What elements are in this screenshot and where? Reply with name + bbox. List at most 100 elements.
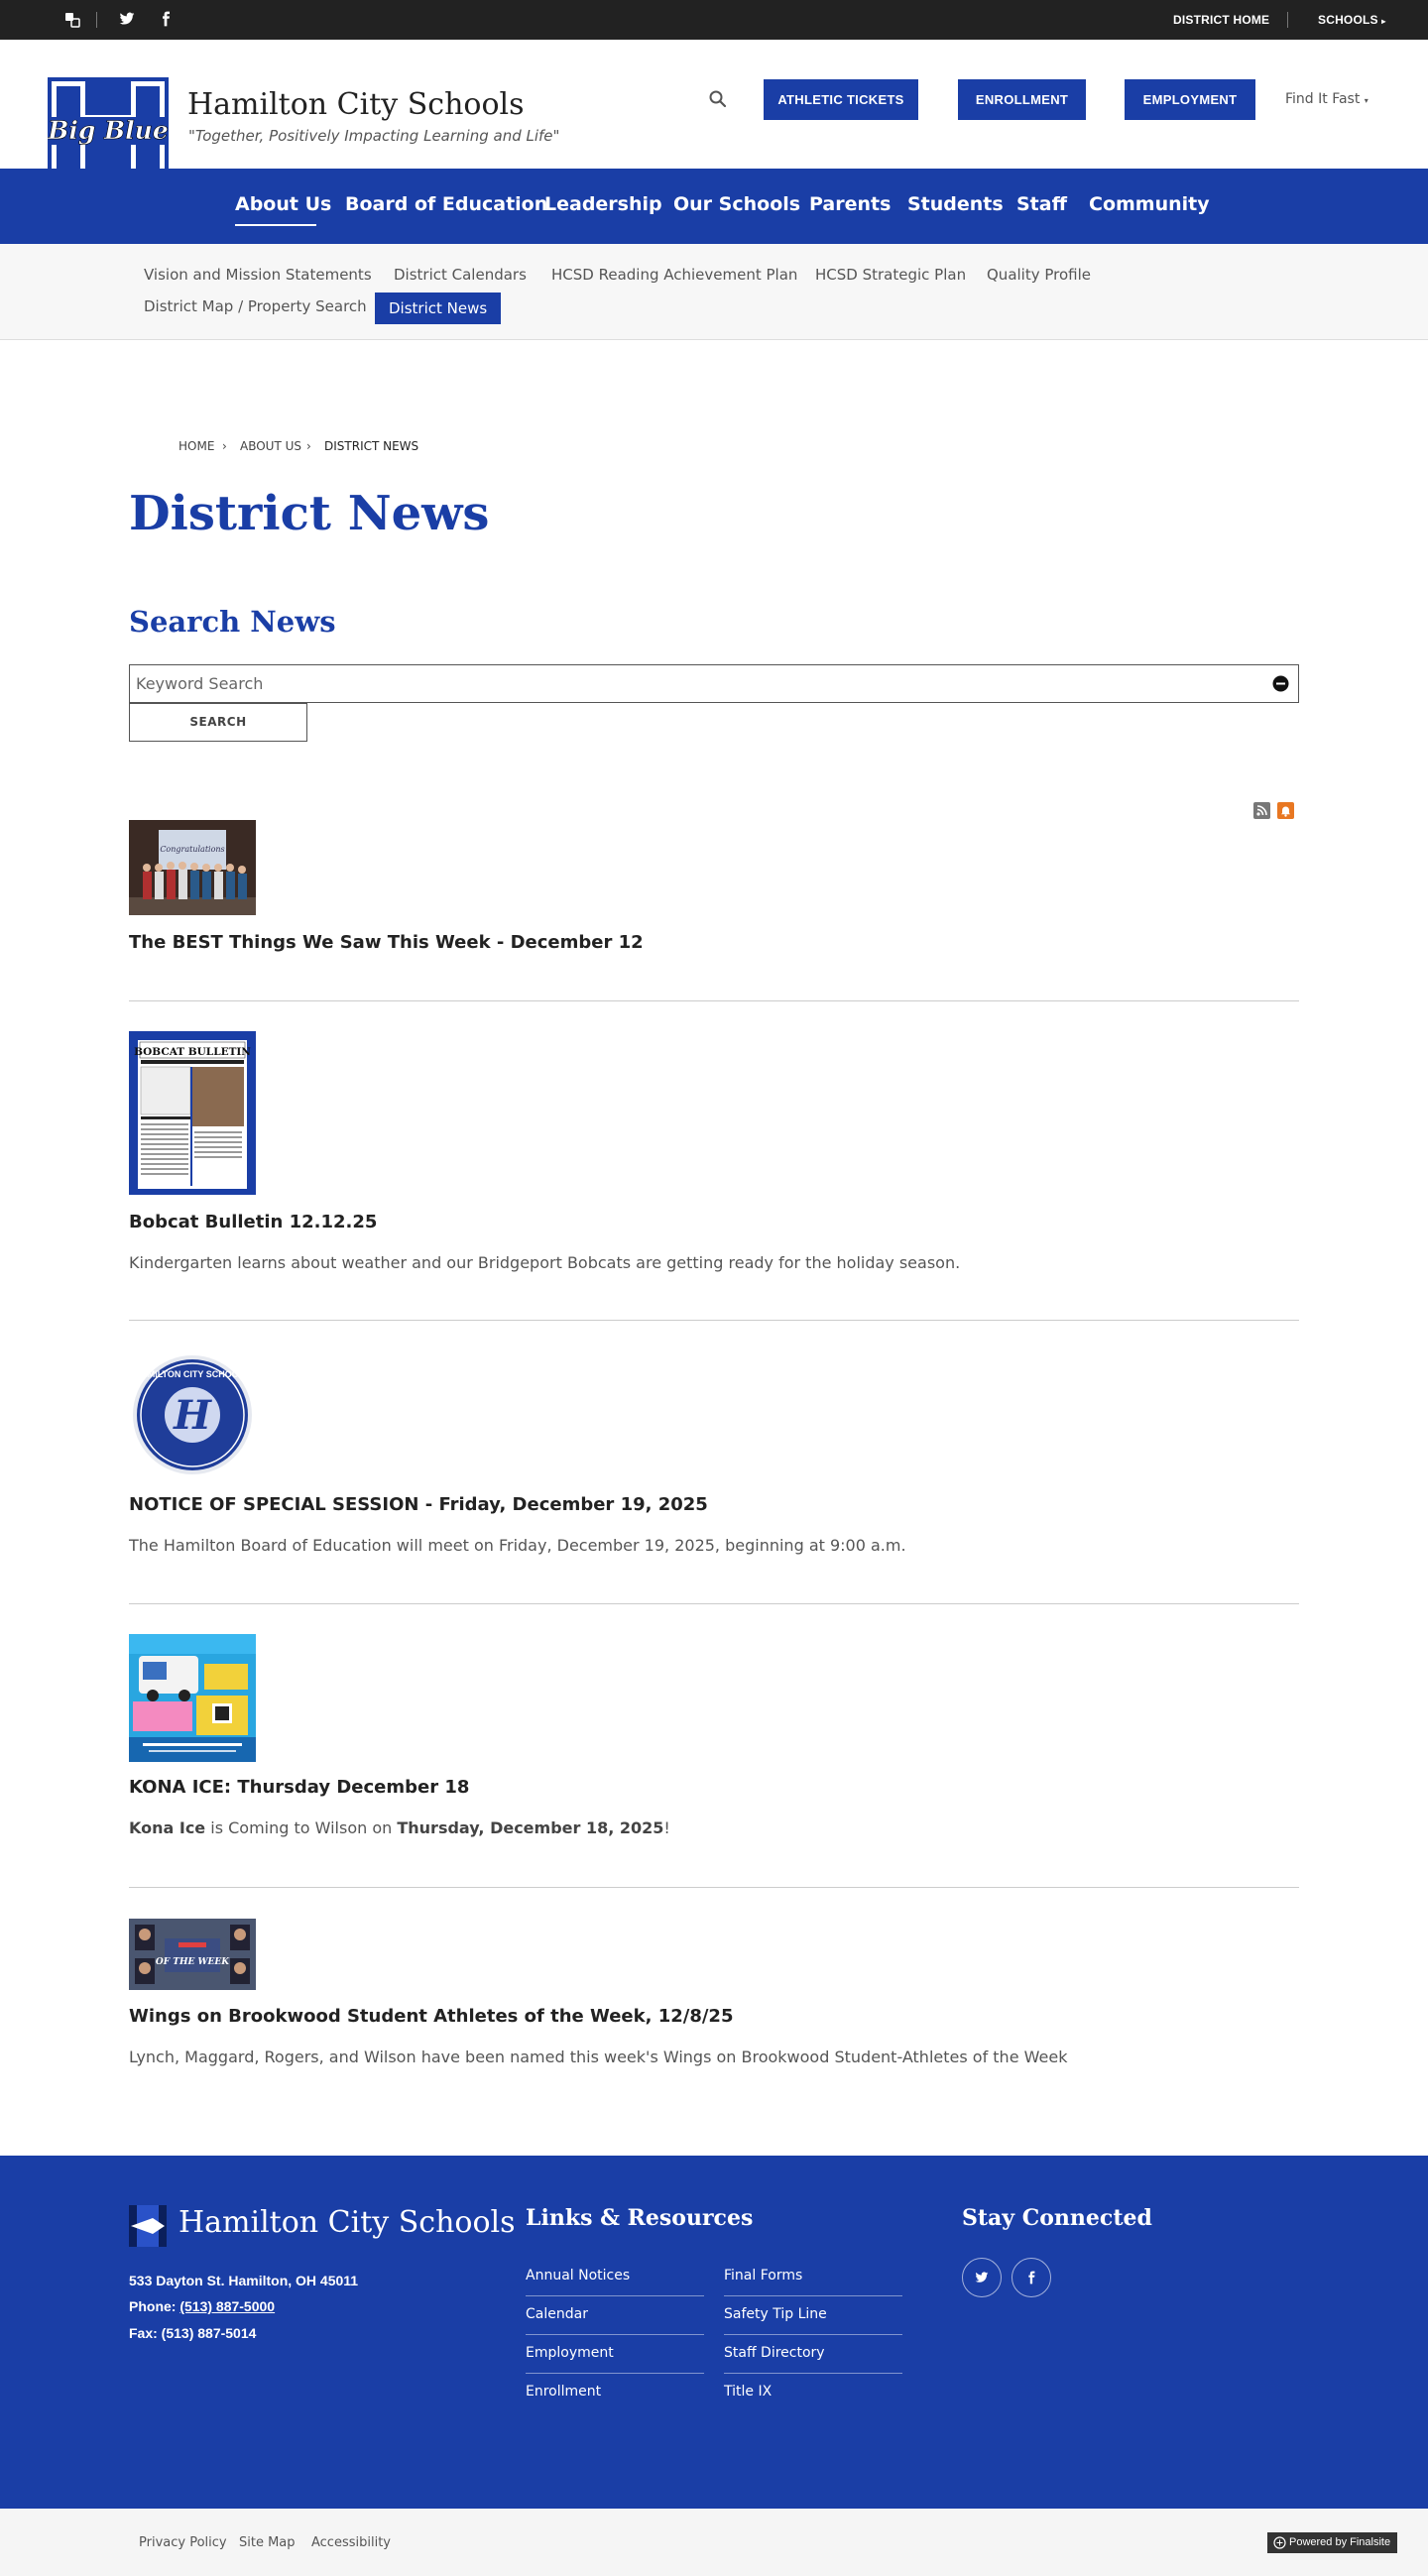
- desc-bold-text: Thursday, December 18, 2025: [397, 1818, 664, 1837]
- news-divider: [129, 1320, 1299, 1321]
- nav-community[interactable]: Community: [1089, 193, 1210, 215]
- seal-text: HAMILTON CITY SCHOOLS: [135, 1369, 251, 1379]
- tagline: "Together, Positively Impacting Learning…: [188, 127, 560, 145]
- desc-text: is Coming to Wilson on: [205, 1818, 398, 1837]
- news-title[interactable]: Bobcat Bulletin 12.12.25: [129, 1212, 377, 1232]
- search-button[interactable]: SEARCH: [129, 703, 307, 742]
- schools-dropdown[interactable]: SCHOOLS ▸: [1318, 13, 1386, 27]
- footer-link-calendar[interactable]: Calendar: [526, 2296, 704, 2335]
- schools-label: SCHOOLS: [1318, 13, 1378, 27]
- desc-text: !: [663, 1818, 670, 1837]
- big-blue-logo[interactable]: Big Blue: [47, 77, 169, 180]
- breadcrumb-current: DISTRICT NEWS: [324, 439, 419, 453]
- active-nav-underline: [235, 224, 316, 226]
- news-description: Lynch, Maggard, Rogers, and Wilson have …: [129, 2048, 1068, 2066]
- page-title: District News: [129, 486, 490, 541]
- desc-bold-text: Kona Ice: [129, 1818, 206, 1837]
- svg-text:Congratulations: Congratulations: [160, 845, 224, 854]
- facebook-icon[interactable]: [157, 11, 175, 29]
- links-resources-title: Links & Resources: [526, 2205, 754, 2231]
- footer-fax: Fax: (513) 887-5014: [129, 2325, 257, 2341]
- search-icon[interactable]: [708, 89, 728, 109]
- footer-link-title-ix[interactable]: Title IX: [724, 2374, 902, 2412]
- divider: [96, 12, 97, 28]
- phone-label: Phone:: [129, 2298, 180, 2314]
- news-description: Kona Ice is Coming to Wilson on Thursday…: [129, 1818, 670, 1837]
- news-divider: [129, 1000, 1299, 1001]
- enrollment-button[interactable]: ENROLLMENT: [958, 79, 1086, 120]
- subnav-district-calendars[interactable]: District Calendars: [394, 266, 527, 284]
- utility-bar: DISTRICT HOME SCHOOLS ▸: [0, 0, 1428, 40]
- footer-phone: Phone: (513) 887-5000: [129, 2298, 275, 2314]
- nav-board-of-education[interactable]: Board of Education: [345, 193, 547, 215]
- subnav-district-map[interactable]: District Map / Property Search: [144, 297, 367, 315]
- accessibility-link[interactable]: Accessibility: [311, 2535, 391, 2550]
- privacy-policy-link[interactable]: Privacy Policy: [139, 2535, 227, 2550]
- translate-icon[interactable]: [63, 11, 81, 29]
- footer-link-safety-tip-line[interactable]: Safety Tip Line: [724, 2296, 902, 2335]
- powered-by-label: Powered by Finalsite: [1289, 2536, 1391, 2548]
- news-description: Kindergarten learns about weather and ou…: [129, 1253, 961, 1272]
- twitter-icon[interactable]: [118, 11, 136, 29]
- chevron-right-icon: ›: [222, 439, 227, 453]
- news-title[interactable]: Wings on Brookwood Student Athletes of t…: [129, 2006, 733, 2027]
- bulletin-masthead: BOBCAT BULLETIN: [134, 1046, 251, 1058]
- news-title[interactable]: KONA ICE: Thursday December 18: [129, 1777, 469, 1798]
- notification-bell-icon[interactable]: [1277, 802, 1294, 819]
- footer-logo-icon[interactable]: [129, 2205, 167, 2247]
- find-it-fast-label: Find It Fast: [1285, 91, 1361, 107]
- nav-parents[interactable]: Parents: [809, 193, 891, 215]
- keyword-search-input[interactable]: [136, 665, 1256, 702]
- search-box: [129, 664, 1299, 703]
- news-divider: [129, 1603, 1299, 1604]
- nav-students[interactable]: Students: [907, 193, 1004, 215]
- nav-our-schools[interactable]: Our Schools: [673, 193, 800, 215]
- nav-leadership[interactable]: Leadership: [544, 193, 662, 215]
- news-title[interactable]: The BEST Things We Saw This Week - Decem…: [129, 932, 644, 953]
- footer-link-staff-directory[interactable]: Staff Directory: [724, 2335, 902, 2374]
- footer-link-annual-notices[interactable]: Annual Notices: [526, 2258, 704, 2296]
- news-thumbnail[interactable]: [129, 1634, 256, 1762]
- subnav-vision-mission[interactable]: Vision and Mission Statements: [144, 266, 372, 284]
- district-home-link[interactable]: DISTRICT HOME: [1173, 13, 1269, 27]
- caret-down-icon: ▾: [1364, 96, 1368, 105]
- athletic-tickets-button[interactable]: ATHLETIC TICKETS: [764, 79, 918, 120]
- finalsite-icon: [1273, 2536, 1286, 2549]
- news-thumbnail[interactable]: BOBCAT BULLETIN: [129, 1031, 256, 1195]
- site-header: Big Blue Hamilton City Schools "Together…: [0, 40, 1428, 180]
- footer-address: 533 Dayton St. Hamilton, OH 45011: [129, 2273, 359, 2288]
- footer-twitter-icon[interactable]: [962, 2258, 1002, 2297]
- clear-search-icon[interactable]: [1272, 675, 1289, 692]
- phone-link[interactable]: (513) 887-5000: [179, 2298, 275, 2314]
- find-it-fast-dropdown[interactable]: Find It Fast ▾: [1285, 91, 1368, 107]
- subnav-district-news[interactable]: District News: [375, 293, 502, 324]
- legal-bar: Privacy Policy Site Map Accessibility Po…: [0, 2509, 1428, 2576]
- subnav-quality-profile[interactable]: Quality Profile: [987, 266, 1091, 284]
- news-thumbnail[interactable]: H HAMILTON CITY SCHOOLS: [129, 1351, 256, 1478]
- breadcrumb-home[interactable]: HOME: [178, 439, 214, 453]
- footer-link-employment[interactable]: Employment: [526, 2335, 704, 2374]
- breadcrumb-about-us[interactable]: ABOUT US: [240, 439, 301, 453]
- nav-staff[interactable]: Staff: [1016, 193, 1067, 215]
- footer-link-final-forms[interactable]: Final Forms: [724, 2258, 902, 2296]
- award-text: OF THE WEEK: [156, 1957, 230, 1967]
- footer-site-name[interactable]: Hamilton City Schools: [178, 2205, 516, 2240]
- news-thumbnail[interactable]: Congratulations: [129, 820, 256, 915]
- site-footer: Hamilton City Schools 533 Dayton St. Ham…: [0, 2156, 1428, 2509]
- powered-by-finalsite-badge[interactable]: Powered by Finalsite: [1267, 2532, 1397, 2553]
- site-name[interactable]: Hamilton City Schools: [187, 87, 525, 122]
- rss-icon[interactable]: [1253, 802, 1270, 819]
- footer-link-enrollment[interactable]: Enrollment: [526, 2374, 704, 2412]
- main-nav: About Us Board of Education Leadership O…: [0, 169, 1428, 244]
- caret-right-icon: ▸: [1381, 17, 1386, 26]
- subnav-strategic-plan[interactable]: HCSD Strategic Plan: [815, 266, 966, 284]
- footer-facebook-icon[interactable]: [1012, 2258, 1051, 2297]
- news-title[interactable]: NOTICE OF SPECIAL SESSION - Friday, Dece…: [129, 1494, 708, 1515]
- employment-button[interactable]: EMPLOYMENT: [1125, 79, 1255, 120]
- news-divider: [129, 1887, 1299, 1888]
- search-news-title: Search News: [129, 605, 336, 639]
- nav-about-us[interactable]: About Us: [235, 193, 331, 215]
- site-map-link[interactable]: Site Map: [239, 2535, 296, 2550]
- subnav-reading-plan[interactable]: HCSD Reading Achievement Plan: [551, 266, 797, 284]
- news-thumbnail[interactable]: OF THE WEEK: [129, 1919, 256, 1990]
